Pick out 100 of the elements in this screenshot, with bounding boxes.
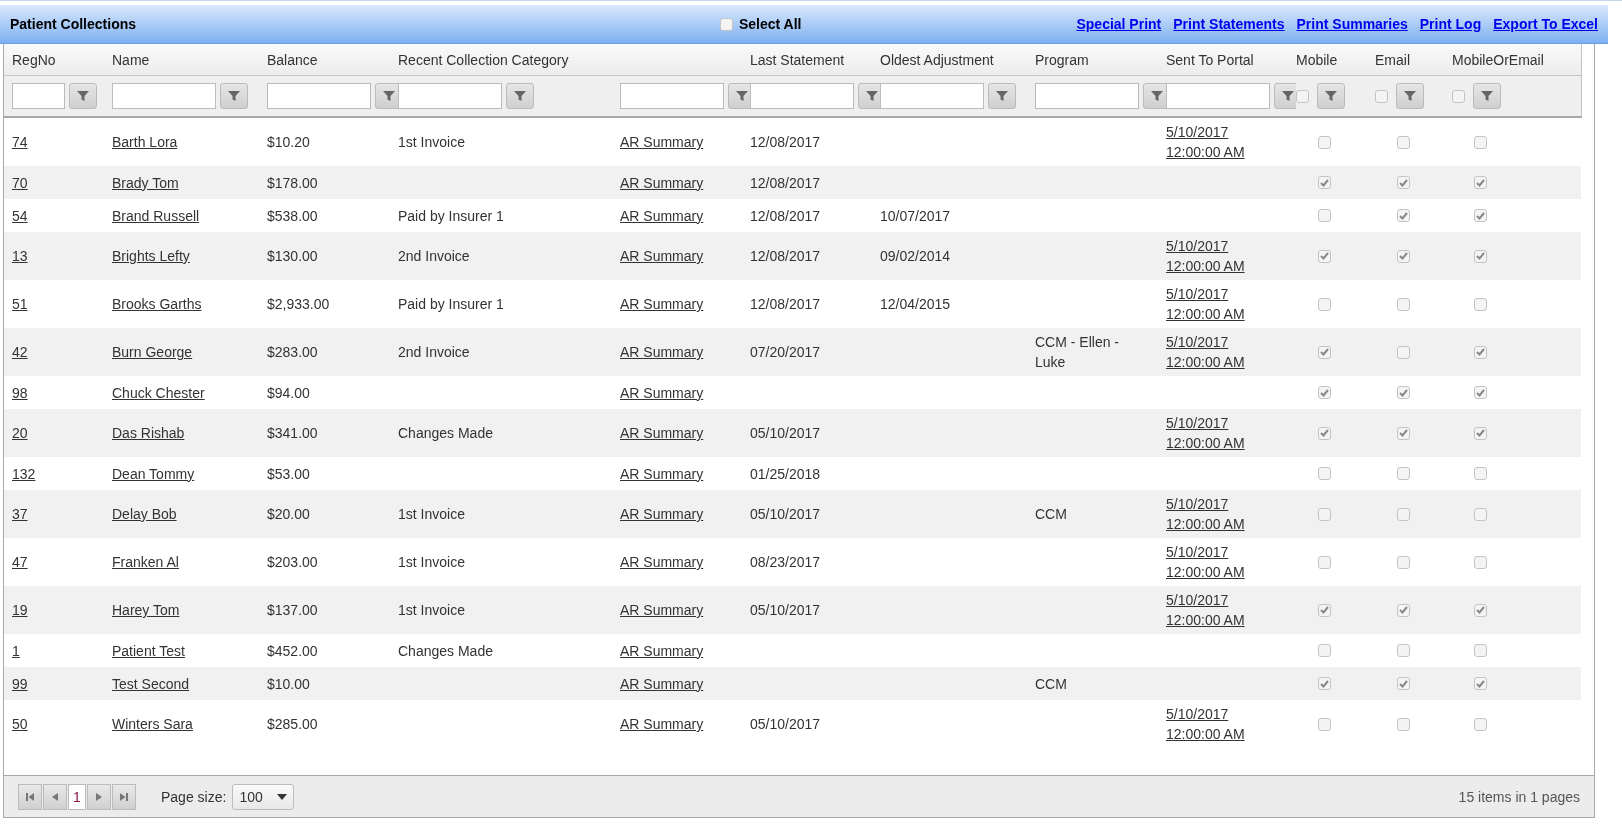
checkbox[interactable] — [1397, 603, 1410, 617]
regno-link[interactable]: 51 — [12, 294, 28, 314]
column-header[interactable]: Program — [1035, 51, 1166, 68]
column-header[interactable]: Last Statement — [750, 51, 880, 68]
checkbox[interactable] — [1474, 135, 1487, 149]
checkbox[interactable] — [1474, 176, 1487, 189]
checkbox[interactable] — [1397, 426, 1410, 440]
summary-link[interactable]: AR Summary — [620, 342, 704, 362]
portal-date-link[interactable]: 5/10/2017 12:00:00 AM — [1166, 542, 1261, 582]
filter-button[interactable] — [858, 83, 880, 109]
checkbox[interactable] — [1397, 176, 1410, 189]
column-header[interactable]: Recent Collection Category — [398, 51, 620, 68]
column-header[interactable]: Email — [1375, 51, 1452, 68]
checkbox[interactable] — [1474, 297, 1487, 311]
column-header[interactable]: Sent To Portal — [1166, 51, 1296, 68]
filter-button[interactable] — [1143, 83, 1166, 109]
action-link[interactable]: Print Log — [1419, 16, 1482, 32]
summary-link[interactable]: AR Summary — [620, 714, 704, 734]
summary-link[interactable]: AR Summary — [620, 463, 704, 484]
filter-input[interactable] — [1035, 83, 1139, 109]
filter-input[interactable] — [750, 83, 854, 109]
patient-name-link[interactable]: Dean Tommy — [112, 463, 195, 484]
patient-name-link[interactable]: Patient Test — [112, 640, 185, 661]
checkbox[interactable] — [1318, 555, 1331, 569]
next-page-button[interactable] — [87, 783, 111, 810]
checkbox[interactable] — [1474, 555, 1487, 569]
summary-link[interactable]: AR Summary — [620, 640, 704, 661]
regno-link[interactable]: 1 — [12, 640, 20, 661]
filter-button[interactable] — [375, 83, 398, 109]
regno-link[interactable]: 54 — [12, 205, 28, 226]
column-header[interactable]: Oldest Adjustment — [880, 51, 1035, 68]
summary-link[interactable]: AR Summary — [620, 246, 704, 266]
filter-button[interactable] — [728, 83, 750, 109]
summary-link[interactable]: AR Summary — [620, 132, 704, 152]
column-header[interactable]: Mobile — [1296, 51, 1375, 68]
checkbox[interactable] — [1318, 507, 1331, 521]
portal-date-link[interactable]: 5/10/2017 12:00:00 AM — [1166, 494, 1261, 534]
checkbox[interactable] — [1397, 249, 1410, 263]
patient-name-link[interactable]: Das Rishab — [112, 423, 185, 443]
checkbox[interactable] — [1474, 467, 1487, 480]
first-page-button[interactable] — [18, 783, 42, 810]
filter-button[interactable] — [1317, 83, 1345, 109]
checkbox[interactable] — [1474, 603, 1487, 617]
summary-link[interactable]: AR Summary — [620, 205, 704, 226]
action-link[interactable]: Print Summaries — [1296, 16, 1408, 32]
checkbox[interactable] — [1474, 507, 1487, 521]
checkbox[interactable] — [1474, 209, 1487, 222]
checkbox[interactable] — [1318, 135, 1331, 149]
column-header[interactable]: Balance — [267, 51, 398, 68]
checkbox[interactable] — [1318, 386, 1331, 399]
filter-button[interactable] — [1274, 83, 1296, 109]
regno-link[interactable]: 99 — [12, 673, 28, 694]
filter-input[interactable] — [398, 83, 502, 109]
regno-link[interactable]: 98 — [12, 382, 28, 403]
summary-link[interactable]: AR Summary — [620, 673, 704, 694]
summary-link[interactable]: AR Summary — [620, 294, 704, 314]
checkbox[interactable] — [1397, 467, 1410, 480]
column-header[interactable]: RegNo — [12, 51, 112, 68]
filter-input[interactable] — [12, 83, 65, 109]
checkbox[interactable] — [1318, 297, 1331, 311]
portal-date-link[interactable]: 5/10/2017 12:00:00 AM — [1166, 284, 1261, 324]
checkbox[interactable] — [1397, 644, 1410, 657]
filter-button[interactable] — [1396, 83, 1424, 109]
patient-name-link[interactable]: Chuck Chester — [112, 382, 205, 403]
regno-link[interactable]: 132 — [12, 463, 36, 484]
filter-button[interactable] — [1473, 83, 1501, 109]
regno-link[interactable]: 47 — [12, 552, 28, 572]
checkbox[interactable] — [1452, 89, 1465, 103]
filter-button[interactable] — [988, 83, 1016, 109]
checkbox[interactable] — [1397, 135, 1410, 149]
checkbox[interactable] — [1397, 209, 1410, 222]
checkbox[interactable] — [1318, 677, 1331, 690]
patient-name-link[interactable]: Franken Al — [112, 552, 179, 572]
column-header[interactable]: Name — [112, 51, 267, 68]
patient-name-link[interactable]: Harey Tom — [112, 600, 180, 620]
column-header[interactable]: MobileOrEmail — [1452, 51, 1573, 68]
summary-link[interactable]: AR Summary — [620, 552, 704, 572]
portal-date-link[interactable]: 5/10/2017 12:00:00 AM — [1166, 236, 1261, 276]
regno-link[interactable]: 50 — [12, 714, 28, 734]
checkbox[interactable] — [1474, 717, 1487, 731]
filter-input[interactable] — [620, 83, 724, 109]
action-link[interactable]: Print Statements — [1173, 16, 1285, 32]
checkbox[interactable] — [1318, 249, 1331, 263]
checkbox[interactable] — [1474, 386, 1487, 399]
current-page[interactable]: 1 — [68, 783, 86, 810]
summary-link[interactable]: AR Summary — [620, 382, 704, 403]
page-size-dropdown[interactable]: 100 — [232, 783, 295, 810]
checkbox[interactable] — [1318, 644, 1331, 657]
checkbox[interactable] — [1318, 603, 1331, 617]
regno-link[interactable]: 19 — [12, 600, 28, 620]
patient-name-link[interactable]: Delay Bob — [112, 504, 177, 524]
filter-button[interactable] — [220, 83, 248, 109]
checkbox[interactable] — [1397, 555, 1410, 569]
regno-link[interactable]: 74 — [12, 132, 28, 152]
checkbox[interactable] — [720, 17, 733, 31]
checkbox[interactable] — [1474, 426, 1487, 440]
filter-input[interactable] — [880, 83, 984, 109]
checkbox[interactable] — [1318, 467, 1331, 480]
checkbox[interactable] — [1474, 249, 1487, 263]
portal-date-link[interactable]: 5/10/2017 12:00:00 AM — [1166, 122, 1261, 162]
